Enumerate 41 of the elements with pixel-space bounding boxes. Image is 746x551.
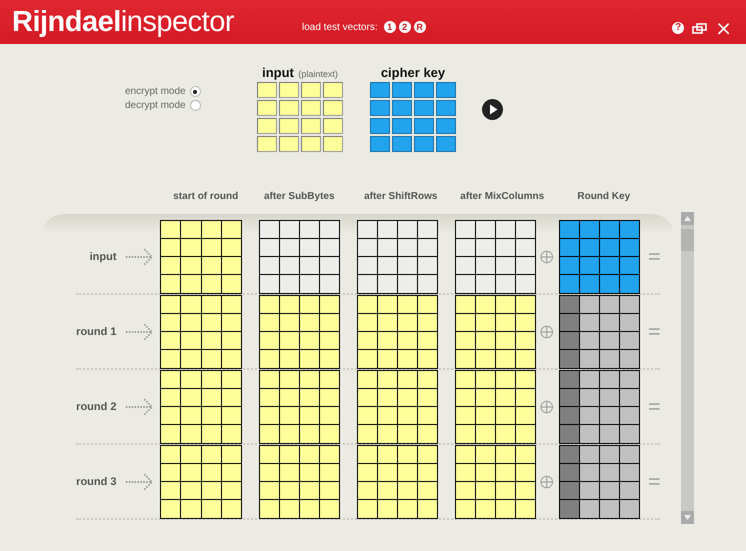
close-button[interactable]: × <box>715 21 732 35</box>
column-header: after ShiftRows <box>363 190 438 202</box>
equals-icon <box>649 328 660 335</box>
test-vectors-label: load test vectors: <box>302 22 378 32</box>
plaintext-grid[interactable] <box>257 82 343 152</box>
input-hint: (plaintext) <box>298 69 338 79</box>
scroll-thumb[interactable] <box>681 229 694 251</box>
cipher-key-title: cipher key <box>380 65 446 80</box>
test-vector-button[interactable]: R <box>414 21 426 33</box>
mode-radio[interactable] <box>190 86 201 97</box>
xor-icon <box>540 400 554 414</box>
column-header: after MixColumns <box>459 190 546 202</box>
equals-icon <box>649 478 660 485</box>
round-label: round 2 <box>76 400 117 412</box>
dotted-arrow-icon <box>124 322 154 342</box>
test-vector-button[interactable]: 1 <box>384 21 396 33</box>
xor-icon <box>540 474 554 488</box>
column-header: after SubBytes <box>262 190 336 202</box>
xor-icon <box>540 250 554 264</box>
help-button[interactable]: ? <box>672 22 684 34</box>
cipher-key-grid[interactable] <box>370 82 456 152</box>
mode-label: encrypt mode <box>125 86 186 97</box>
scrollbar[interactable] <box>681 212 694 524</box>
app-title: Rijndaelinspector <box>12 8 235 36</box>
restore-icon[interactable] <box>692 22 708 34</box>
round-label: round 1 <box>76 326 117 338</box>
equals-icon <box>649 403 660 410</box>
column-header: start of round <box>172 190 240 202</box>
column-header: Round Key <box>576 190 632 202</box>
round-label: input <box>88 250 117 262</box>
round-label: round 3 <box>76 476 117 488</box>
input-title: input <box>262 65 294 80</box>
dotted-arrow-icon <box>124 396 154 416</box>
test-vector-button[interactable]: 2 <box>398 21 411 33</box>
dotted-arrow-icon <box>124 246 154 266</box>
mode-label: decrypt mode <box>125 100 186 111</box>
mode-radio[interactable] <box>190 100 201 111</box>
dotted-arrow-icon <box>124 472 154 492</box>
play-button[interactable] <box>482 99 503 120</box>
xor-icon <box>540 324 554 338</box>
equals-icon <box>649 253 660 260</box>
